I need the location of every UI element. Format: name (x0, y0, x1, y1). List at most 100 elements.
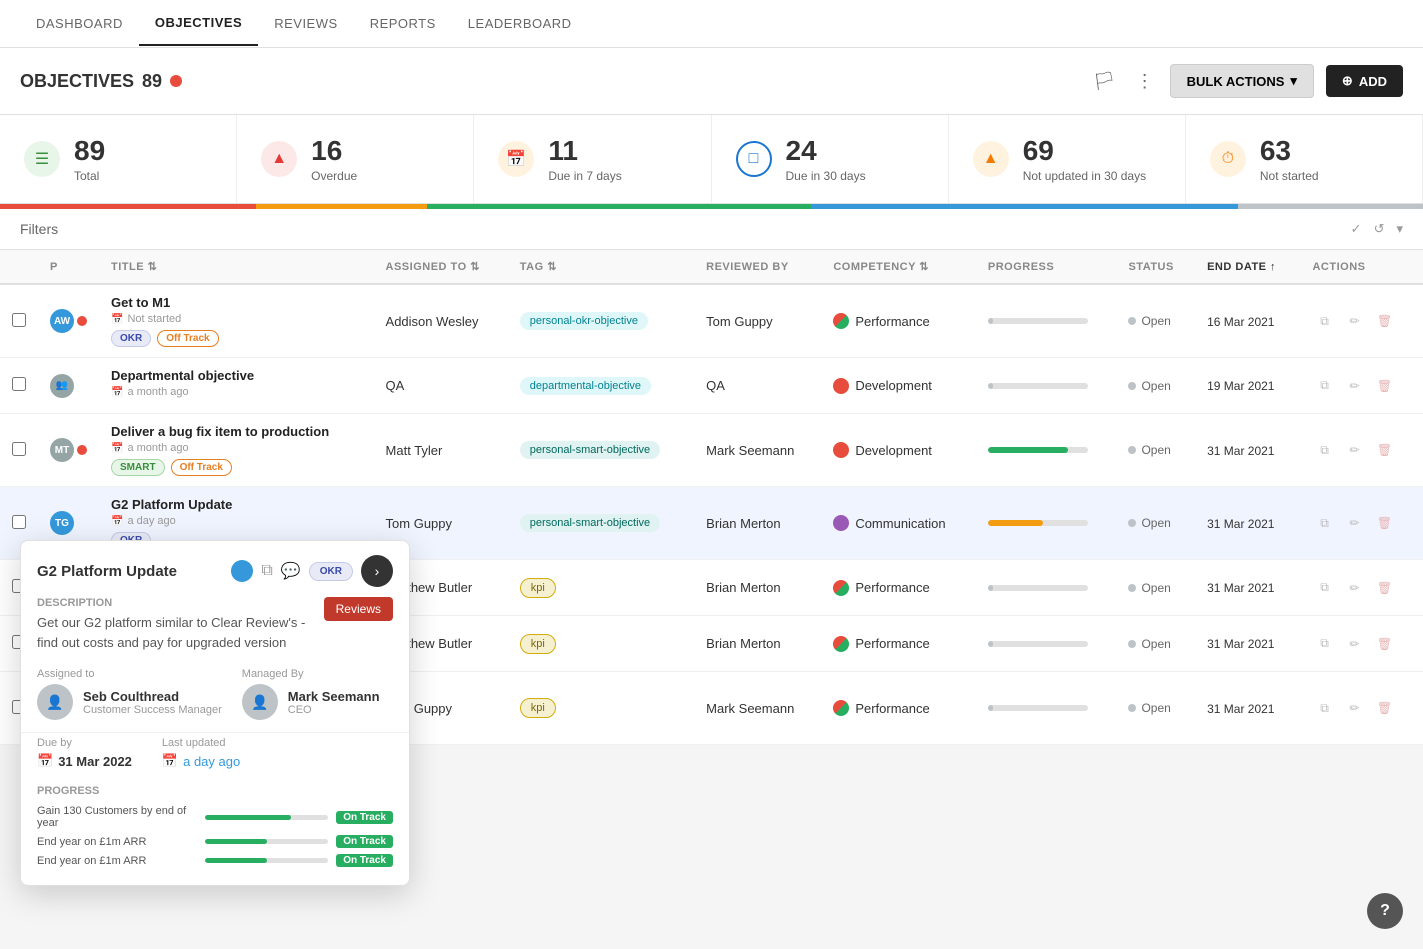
filters-bar: Filters ✓ ↺ ▾ (0, 209, 1423, 250)
copy-icon[interactable]: ⧉ (261, 562, 272, 580)
bulk-actions-button[interactable]: BULK ACTIONS ▾ (1170, 64, 1314, 98)
nav-leaderboard[interactable]: LEADERBOARD (452, 2, 588, 45)
stat-not-started[interactable]: ⏱ 63 Not started (1186, 115, 1423, 203)
nav-reports[interactable]: REPORTS (354, 2, 452, 45)
popup-next-button[interactable]: › (361, 555, 393, 587)
col-enddate[interactable]: END DATE ↑ (1195, 250, 1300, 284)
row-progress-bar (988, 705, 1088, 711)
add-button[interactable]: ⊕ ADD (1326, 65, 1403, 97)
row-date-cell: 31 Mar 2021 (1195, 616, 1300, 672)
pb-overdue (0, 204, 256, 209)
row-assigned-cell: QA (374, 358, 508, 414)
col-progress[interactable]: PROGRESS (976, 250, 1117, 284)
col-competency[interactable]: COMPETENCY ⇅ (821, 250, 976, 284)
comment-icon[interactable]: 💬 (281, 561, 301, 581)
table-row: 👥 Departmental objective 📅 a month ago Q… (0, 358, 1423, 414)
popup-assigned-person: 👤 Seb Coulthread Customer Success Manage… (37, 684, 222, 720)
delete-action-icon[interactable]: 🗑 (1372, 374, 1396, 398)
pb-not-updated (811, 204, 1238, 209)
row-title-cell: Deliver a bug fix item to production 📅 a… (99, 414, 374, 487)
copy-action-icon[interactable]: ⧉ (1312, 511, 1336, 535)
copy-action-icon[interactable]: ⧉ (1312, 632, 1336, 656)
copy-action-icon[interactable]: ⧉ (1312, 309, 1336, 333)
col-actions: ACTIONS (1300, 250, 1423, 284)
more-button[interactable]: ⋮ (1132, 67, 1158, 96)
popup-reviews-button[interactable]: Reviews (324, 597, 393, 621)
edit-action-icon[interactable]: ✏ (1342, 309, 1366, 333)
row-avatar: 👥 (50, 374, 74, 398)
copy-action-icon[interactable]: ⧉ (1312, 374, 1336, 398)
edit-action-icon[interactable]: ✏ (1342, 696, 1366, 720)
row-actions-cell: ⧉ ✏ 🗑 (1300, 284, 1423, 358)
delete-action-icon[interactable]: 🗑 (1372, 511, 1396, 535)
copy-action-icon[interactable]: ⧉ (1312, 696, 1336, 720)
row-checkbox[interactable] (12, 313, 26, 327)
row-checkbox-cell (0, 284, 38, 358)
row-checkbox[interactable] (12, 377, 26, 391)
row-priority-cell: 👥 (38, 358, 99, 414)
row-tag-cell: personal-smart-objective (508, 414, 694, 487)
filters-label[interactable]: Filters (20, 221, 58, 237)
row-reviewed: Mark Seemann (706, 443, 794, 458)
row-checkbox[interactable] (12, 442, 26, 456)
row-title[interactable]: Get to M1 (111, 295, 362, 310)
delete-action-icon[interactable]: 🗑 (1372, 632, 1396, 656)
row-date: 19 Mar 2021 (1207, 379, 1274, 393)
help-button[interactable]: ? (1367, 893, 1403, 929)
flag-button[interactable]: 🏳 (1089, 67, 1120, 96)
popup-progress-section: Progress Gain 130 Customers by end of ye… (21, 781, 409, 885)
row-actions: ⧉ ✏ 🗑 (1312, 632, 1411, 656)
delete-action-icon[interactable]: 🗑 (1372, 309, 1396, 333)
row-checkbox[interactable] (12, 515, 26, 529)
edit-action-icon[interactable]: ✏ (1342, 438, 1366, 462)
row-actions-cell: ⧉ ✏ 🗑 (1300, 616, 1423, 672)
col-title[interactable]: TITLE ⇅ (99, 250, 374, 284)
stat-num-overdue: 16 (311, 135, 357, 167)
popup-assigned-label: Assigned to (37, 668, 222, 680)
edit-action-icon[interactable]: ✏ (1342, 374, 1366, 398)
popup-header-actions: ⧉ 💬 OKR › (231, 555, 393, 587)
row-checkbox-cell (0, 414, 38, 487)
col-assigned[interactable]: ASSIGNED TO ⇅ (374, 250, 508, 284)
edit-action-icon[interactable]: ✏ (1342, 632, 1366, 656)
stat-due30[interactable]: □ 24 Due in 30 days (712, 115, 949, 203)
delete-action-icon[interactable]: 🗑 (1372, 438, 1396, 462)
edit-action-icon[interactable]: ✏ (1342, 576, 1366, 600)
row-reviewed-cell: QA (694, 358, 821, 414)
stat-not-updated[interactable]: ▲ 69 Not updated in 30 days (949, 115, 1186, 203)
copy-action-icon[interactable]: ⧉ (1312, 438, 1336, 462)
row-title[interactable]: G2 Platform Update (111, 497, 362, 512)
row-progress-bar (988, 318, 1088, 324)
nav-objectives[interactable]: OBJECTIVES (139, 1, 258, 46)
row-tag-cell: departmental-objective (508, 358, 694, 414)
stat-total[interactable]: ☰ 89 Total (0, 115, 237, 203)
row-title[interactable]: Departmental objective (111, 368, 362, 383)
history-icon: ↺ (1374, 221, 1385, 237)
edit-action-icon[interactable]: ✏ (1342, 511, 1366, 535)
stat-num-not-started: 63 (1260, 135, 1319, 167)
copy-action-icon[interactable]: ⧉ (1312, 576, 1336, 600)
progress-item-bar (205, 839, 328, 844)
nav-reviews[interactable]: REVIEWS (258, 2, 353, 45)
progress-fill (988, 585, 993, 591)
chevron-down-icon[interactable]: ▾ (1396, 221, 1403, 237)
sort-icon-assigned: ⇅ (470, 261, 480, 273)
row-competency-cell: Communication (821, 487, 976, 560)
popup-managed-name: Mark Seemann (288, 689, 380, 704)
delete-action-icon[interactable]: 🗑 (1372, 696, 1396, 720)
popup-progress-row: Gain 130 Customers by end of year On Tra… (37, 805, 393, 829)
row-progress-cell (976, 358, 1117, 414)
col-status[interactable]: STATUS (1116, 250, 1195, 284)
calendar-icon: 📅 (111, 443, 123, 454)
nav-dashboard[interactable]: DASHBOARD (20, 2, 139, 45)
stat-due7[interactable]: 📅 11 Due in 7 days (474, 115, 711, 203)
row-status-cell: Open (1116, 487, 1195, 560)
row-reviewed: QA (706, 378, 725, 393)
competency-dot (833, 700, 849, 716)
col-tag[interactable]: TAG ⇅ (508, 250, 694, 284)
col-reviewed[interactable]: REVIEWED BY (694, 250, 821, 284)
top-nav: DASHBOARD OBJECTIVES REVIEWS REPORTS LEA… (0, 0, 1423, 48)
row-title[interactable]: Deliver a bug fix item to production (111, 424, 362, 439)
stat-overdue[interactable]: ▲ 16 Overdue (237, 115, 474, 203)
delete-action-icon[interactable]: 🗑 (1372, 576, 1396, 600)
